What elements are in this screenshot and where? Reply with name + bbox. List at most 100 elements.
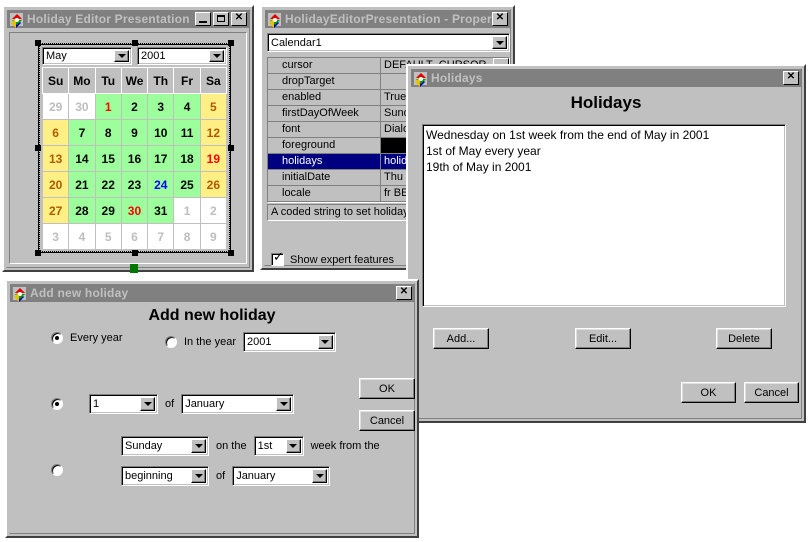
close-icon[interactable]: ✕ <box>396 286 412 300</box>
calendar-component-selection[interactable]: May 2001 Su Mo Tu We Th Fr Sa 29 30 1 2 3 4 5 6 7 8 9 10 1… <box>35 40 234 256</box>
every-year-row[interactable]: Every year <box>51 332 123 344</box>
holidays-list[interactable]: Wednesday on 1st week from the end of Ma… <box>422 124 786 307</box>
calendar-day-cell[interactable]: 19 <box>199 145 228 172</box>
year-select[interactable]: 2001 <box>137 47 227 65</box>
calendar-day-cell[interactable]: 8 <box>94 119 122 146</box>
close-icon[interactable]: ✕ <box>231 12 247 26</box>
titlebar-add-new-holiday[interactable]: Add new holiday ✕ <box>10 284 414 302</box>
year-select[interactable]: 2001 <box>242 332 336 352</box>
fixed-date-row[interactable]: 1 of January <box>51 394 295 414</box>
month-select[interactable]: January <box>232 466 331 486</box>
chevron-down-icon[interactable] <box>312 469 328 483</box>
window-holiday-editor-presentation[interactable]: Holiday Editor Presentation ✕ May 2001 S… <box>2 5 254 272</box>
chevron-down-icon[interactable] <box>191 439 206 453</box>
from-end-select[interactable]: beginning <box>121 466 209 486</box>
calendar-day-cell[interactable]: 11 <box>173 119 201 146</box>
calendar-day-cell[interactable]: 25 <box>173 171 201 198</box>
show-expert-features-row[interactable]: Show expert features <box>271 251 394 266</box>
chevron-down-icon[interactable] <box>285 439 301 453</box>
window-add-new-holiday[interactable]: Add new holiday ✕ Add new holiday Every … <box>5 279 419 538</box>
titlebar-holidays[interactable]: Holidays ✕ <box>411 69 801 87</box>
chevron-down-icon[interactable] <box>191 469 206 483</box>
calendar-day-cell[interactable]: 7 <box>147 223 175 250</box>
calendar-day-cell[interactable]: 1 <box>173 197 201 224</box>
calendar-day-cell[interactable]: 26 <box>199 171 228 198</box>
resize-handle-top-right[interactable] <box>228 40 234 46</box>
month-select[interactable]: May <box>42 47 132 65</box>
in-the-year-radio[interactable] <box>165 336 177 348</box>
calendar-day-cell[interactable]: 3 <box>147 93 175 120</box>
week-number-select[interactable]: 1st <box>253 436 304 456</box>
chevron-down-icon[interactable] <box>140 397 155 411</box>
calendar-day-cell[interactable]: 21 <box>68 171 96 198</box>
list-item[interactable]: Wednesday on 1st week from the end of Ma… <box>426 127 782 143</box>
cancel-button[interactable]: Cancel <box>744 382 799 403</box>
resize-handle-bottom-center[interactable] <box>131 250 138 256</box>
calendar-day-cell[interactable]: 29 <box>41 93 70 120</box>
titlebar-holiday-editor[interactable]: Holiday Editor Presentation ✕ <box>7 10 249 28</box>
calendar-day-cell[interactable]: 10 <box>147 119 175 146</box>
calendar-day-cell[interactable]: 29 <box>94 197 122 224</box>
chevron-down-icon[interactable] <box>317 335 333 349</box>
calendar-day-cell[interactable]: 27 <box>41 197 70 224</box>
calendar-day-cell[interactable]: 23 <box>120 171 149 198</box>
chevron-down-icon[interactable] <box>209 50 224 62</box>
calendar-day-cell[interactable]: 5 <box>94 223 122 250</box>
calendar-day-cell[interactable]: 6 <box>120 223 149 250</box>
resize-handle-middle-left[interactable] <box>35 145 41 151</box>
chevron-down-icon[interactable] <box>114 50 129 62</box>
calendar-day-cell[interactable]: 31 <box>147 197 175 224</box>
calendar-day-cell[interactable]: 6 <box>41 119 70 146</box>
calendar-day-cell[interactable]: 8 <box>173 223 201 250</box>
calendar-day-cell[interactable]: 30 <box>68 93 96 120</box>
calendar-day-cell[interactable]: 3 <box>41 223 70 250</box>
calendar-day-cell[interactable]: 22 <box>94 171 122 198</box>
calendar-day-cell[interactable]: 1 <box>94 93 122 120</box>
chevron-down-icon[interactable] <box>276 397 292 411</box>
resize-handle-bottom-right[interactable] <box>228 250 234 256</box>
calendar-day-cell[interactable]: 9 <box>120 119 149 146</box>
close-icon[interactable]: ✕ <box>492 12 508 26</box>
titlebar-properties[interactable]: HolidayEditorPresentation - Proper... ✕ <box>265 10 510 28</box>
ok-button[interactable]: OK <box>681 382 736 403</box>
calendar-day-cell[interactable]: 2 <box>120 93 149 120</box>
chevron-down-icon[interactable] <box>492 36 507 49</box>
in-the-year-row[interactable]: In the year 2001 <box>165 332 336 352</box>
day-of-month-select[interactable]: 1 <box>89 394 158 414</box>
calendar-day-cell[interactable]: 20 <box>41 171 70 198</box>
resize-handle-middle-right[interactable] <box>228 145 234 151</box>
month-select[interactable]: January <box>181 394 295 414</box>
calendar-day-cell[interactable]: 2 <box>199 197 228 224</box>
calendar-day-cell[interactable]: 5 <box>199 93 228 120</box>
cancel-button[interactable]: Cancel <box>359 410 415 431</box>
list-item[interactable]: 19th of May in 2001 <box>426 159 782 175</box>
list-item[interactable]: 1st of May every year <box>426 143 782 159</box>
calendar-grid[interactable]: Su Mo Tu We Th Fr Sa 29 30 1 2 3 4 5 6 7 8 9 10 11 12 13 14 15… <box>41 67 228 250</box>
edit-button[interactable]: Edit... <box>575 328 631 349</box>
delete-button[interactable]: Delete <box>716 328 772 349</box>
calendar-day-cell[interactable]: 28 <box>68 197 96 224</box>
relative-date-radio[interactable] <box>51 464 63 476</box>
calendar-day-cell[interactable]: 17 <box>147 145 175 172</box>
resize-handle-top-left[interactable] <box>35 40 41 46</box>
close-icon[interactable]: ✕ <box>783 71 799 85</box>
design-canvas[interactable]: May 2001 Su Mo Tu We Th Fr Sa 29 30 1 2 3 4 5 6 7 8 9 10 1… <box>9 32 247 264</box>
calendar-body[interactable]: 29 30 1 2 3 4 5 6 7 8 9 10 11 12 13 14 15 16 17 18 19 20 21 22 2… <box>41 93 228 250</box>
weekday-select[interactable]: Sunday <box>121 436 209 456</box>
resize-handle-top-center[interactable] <box>131 40 138 46</box>
calendar-day-cell[interactable]: 16 <box>120 145 149 172</box>
calendar-day-cell[interactable]: 7 <box>68 119 96 146</box>
calendar-day-cell[interactable]: 24 <box>147 171 175 198</box>
window-holidays[interactable]: Holidays ✕ Holidays Wednesday on 1st wee… <box>406 64 806 423</box>
show-expert-features-checkbox[interactable] <box>271 251 284 266</box>
calendar-day-cell[interactable]: 4 <box>173 93 201 120</box>
calendar-day-cell[interactable]: 12 <box>199 119 228 146</box>
calendar-day-cell[interactable]: 15 <box>94 145 122 172</box>
maximize-button[interactable] <box>213 12 229 26</box>
fixed-date-radio[interactable] <box>51 398 63 410</box>
minimize-button[interactable] <box>195 12 211 26</box>
calendar-day-cell[interactable]: 14 <box>68 145 96 172</box>
resize-handle-bottom-left[interactable] <box>35 250 41 256</box>
add-button[interactable]: Add... <box>433 328 489 349</box>
ok-button[interactable]: OK <box>359 378 415 399</box>
